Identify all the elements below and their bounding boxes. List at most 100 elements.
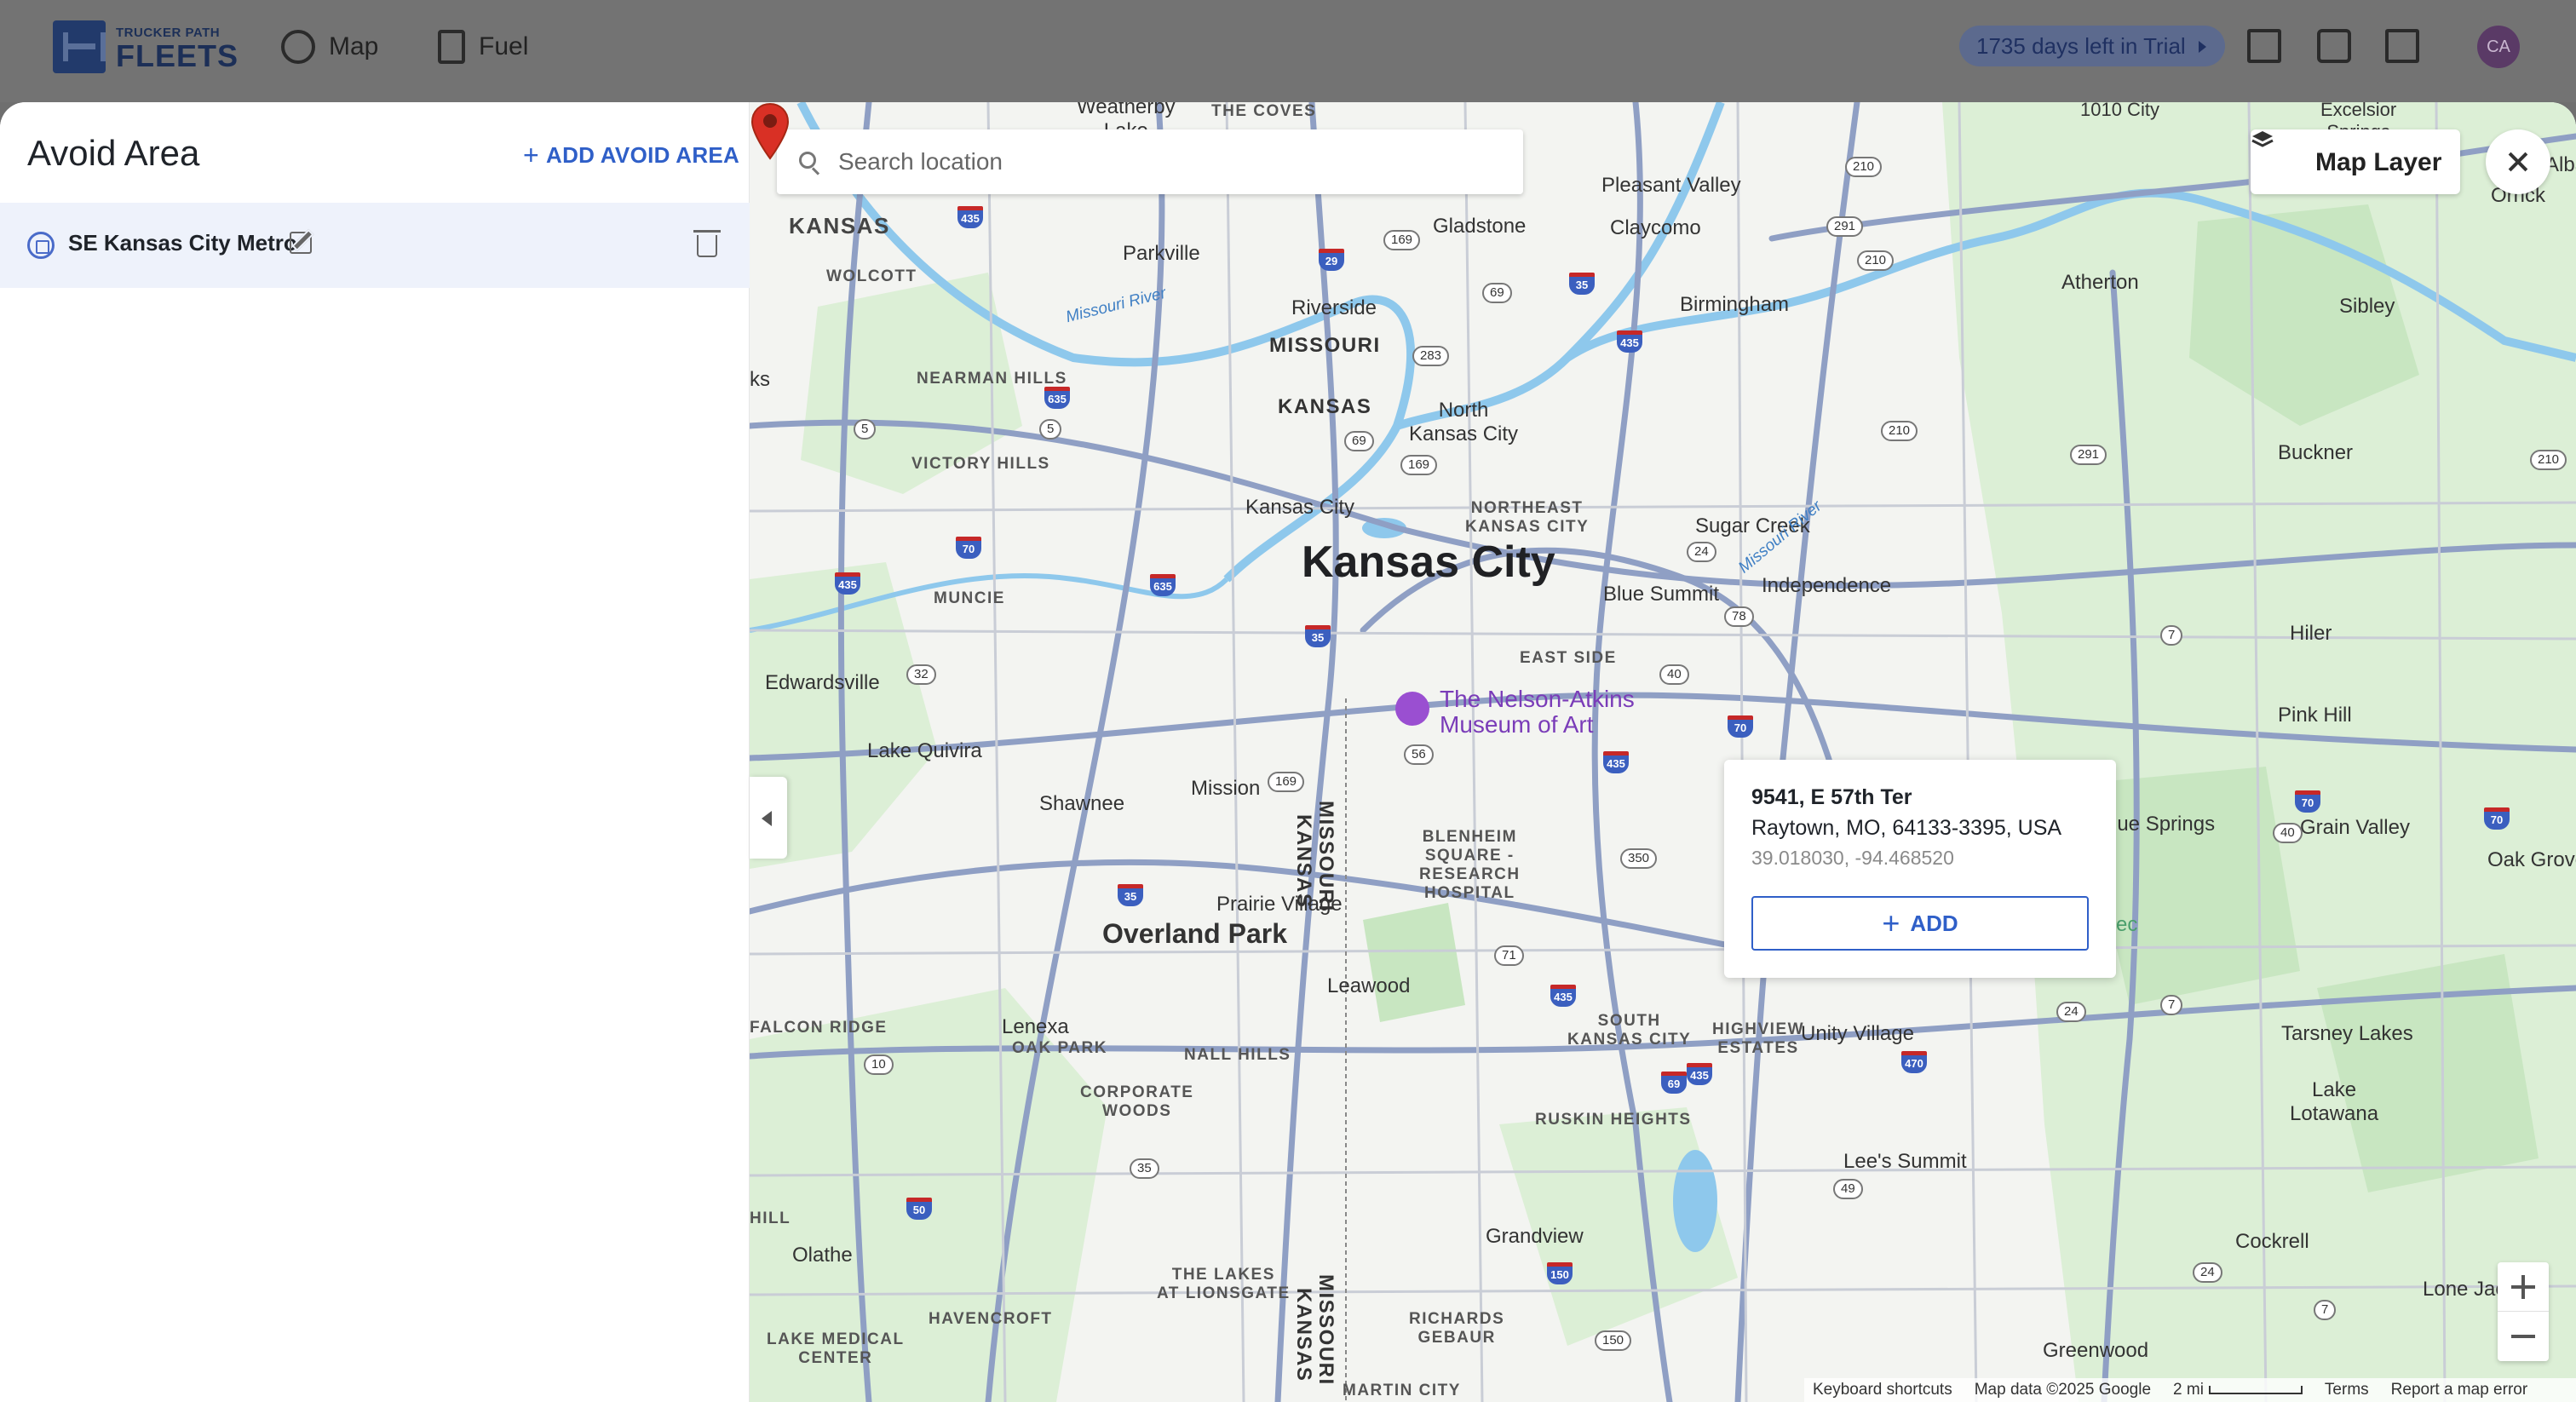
map-label-martin-city: MARTIN CITY	[1343, 1382, 1461, 1399]
route-shield-icon: 350	[1620, 848, 1658, 869]
search-input[interactable]	[838, 145, 1503, 179]
trial-badge[interactable]: 1735 days left in Trial	[1959, 26, 2225, 66]
close-icon[interactable]	[2486, 129, 2550, 194]
map-label-overland-park: Overland Park	[1102, 918, 1287, 949]
route-shield-icon: 24	[1687, 542, 1716, 562]
popup-address: Raytown, MO, 64133-3395, USA	[1751, 816, 2062, 840]
museum-icon	[1395, 692, 1429, 726]
map-label-atherton: Atherton	[2061, 271, 2139, 294]
route-shield-icon: 169	[1268, 772, 1305, 792]
map-label-independence: Independence	[1762, 574, 1892, 597]
top-navbar: TRUCKER PATH FLEETS Map Fuel 1735 days l…	[0, 0, 2576, 102]
map-label-leawood: Leawood	[1327, 974, 1411, 997]
map-label-state-line-missouri-2: MISSOURI	[1314, 1274, 1337, 1386]
map-label-ruskin-heights: RUSKIN HEIGHTS	[1535, 1111, 1692, 1129]
report-map-error-link[interactable]: Report a map error	[2391, 1381, 2528, 1399]
map-label-state-line-kansas-2: KANSAS	[1292, 1288, 1315, 1382]
add-avoid-area-label: ADD AVOID AREA	[546, 142, 740, 168]
map-label-richards-gebaur: RICHARDS GEBAUR	[1409, 1310, 1505, 1347]
nav-map[interactable]: Map	[281, 26, 378, 68]
zoom-out-button[interactable]	[2498, 1312, 2549, 1361]
map-label-riverside: Riverside	[1291, 296, 1377, 319]
terms-link[interactable]: Terms	[2325, 1381, 2369, 1399]
map-label-south-kansas-city: SOUTH KANSAS CITY	[1567, 1012, 1692, 1049]
map-label-blue-summit: Blue Summit	[1603, 583, 1720, 606]
interstate-shield-icon: 150	[1547, 1262, 1573, 1284]
route-shield-icon: 35	[1130, 1158, 1159, 1179]
map-label-muncie: MUNCIE	[934, 589, 1005, 607]
map-label-mission: Mission	[1191, 777, 1261, 800]
popup-add-label: ADD	[1910, 910, 1958, 936]
chat-icon[interactable]	[2317, 29, 2351, 63]
map-label-kansas-top: KANSAS	[789, 213, 890, 238]
map-layer-label: Map Layer	[2315, 148, 2442, 176]
plus-icon: +	[523, 140, 539, 170]
map-label-ec: ec	[2116, 913, 2138, 936]
map-label-falcon-ridge: FALCON RIDGE	[750, 1019, 888, 1037]
route-shield-icon: 7	[2314, 1300, 2337, 1320]
edit-icon[interactable]	[290, 232, 312, 254]
map-label-lake-lotawana: Lake Lotawana	[2290, 1078, 2379, 1125]
route-sign-icon[interactable]	[2247, 29, 2281, 63]
map-label-state-line-missouri: MISSOURI	[1314, 801, 1337, 912]
map-label-kansas: KANSAS	[1278, 395, 1372, 418]
route-shield-icon: 7	[2160, 995, 2183, 1015]
route-shield-icon: 210	[2530, 450, 2567, 470]
map-label-sibley: Sibley	[2339, 295, 2395, 318]
nav-fuel[interactable]: Fuel	[438, 26, 528, 68]
scale-text: 2 mi	[2173, 1381, 2204, 1399]
interstate-shield-icon: 435	[957, 206, 983, 228]
route-shield-icon: 210	[1881, 421, 1918, 441]
globe-icon	[281, 30, 315, 64]
apps-grid-icon[interactable]	[2385, 29, 2419, 63]
route-shield-icon: 69	[1482, 283, 1512, 303]
route-shield-icon: 56	[1404, 744, 1434, 765]
map-label-edwardsville: Edwardsville	[765, 671, 880, 694]
collapse-panel-button[interactable]	[750, 777, 787, 859]
logo-mark-icon	[53, 20, 106, 73]
logo-big-text: FLEETS	[116, 38, 239, 73]
map-label-1010-city: 1010 City	[2080, 102, 2159, 120]
map-canvas[interactable]: Kansas City Overland Park Gladstone Plea…	[750, 102, 2576, 1402]
route-shield-icon: 69	[1344, 431, 1374, 451]
map-label-east-side: EAST SIDE	[1520, 649, 1617, 667]
location-pin-icon[interactable]	[750, 102, 791, 160]
map-label-northeast-kansas-city: NORTHEAST KANSAS CITY	[1465, 499, 1590, 536]
fuel-pump-icon	[438, 30, 465, 64]
interstate-shield-icon: 635	[1044, 387, 1070, 409]
map-label-state-line-kansas: KANSAS	[1292, 814, 1315, 909]
route-shield-icon: 169	[1400, 455, 1438, 475]
map-label-blenheim-square: BLENHEIM SQUARE - RESEARCH HOSPITAL	[1419, 828, 1521, 902]
map-layer-button[interactable]: Map Layer	[2251, 129, 2460, 194]
map-label-lake-quivira: Lake Quivira	[867, 739, 982, 762]
plus-icon: +	[1882, 905, 1900, 940]
map-label-kansas-city: Kansas City	[1302, 537, 1555, 587]
map-base	[750, 102, 2576, 1402]
route-shield-icon: 24	[2193, 1262, 2222, 1283]
map-label-corporate-woods: CORPORATE WOODS	[1080, 1083, 1194, 1120]
route-shield-icon: 40	[1659, 664, 1689, 685]
map-label-missouri: MISSOURI	[1269, 334, 1381, 357]
map-label-victory-hills: VICTORY HILLS	[911, 455, 1050, 473]
scale-bar	[2208, 1385, 2303, 1394]
map-label-blue-springs: lue Springs	[2113, 813, 2216, 836]
map-label-lenexa: Lenexa	[1002, 1015, 1069, 1038]
popup-add-button[interactable]: + ADD	[1751, 896, 2089, 951]
interstate-shield-icon: 435	[1603, 751, 1629, 773]
panel-title: Avoid Area	[27, 133, 200, 173]
avoid-area-item[interactable]: SE Kansas City Metro	[0, 203, 750, 288]
keyboard-shortcuts-link[interactable]: Keyboard shortcuts	[1813, 1381, 1952, 1399]
user-avatar[interactable]: CA	[2477, 26, 2520, 68]
map-poi-nelson-atkins[interactable]: The Nelson-Atkins Museum of Art	[1440, 687, 1635, 738]
scale-indicator[interactable]: 2 mi	[2173, 1381, 2303, 1399]
map-label-lake-medical-center: LAKE MEDICAL CENTER	[767, 1330, 905, 1367]
nav-map-label: Map	[329, 32, 379, 60]
trucker-path-fleets-logo[interactable]: TRUCKER PATH FLEETS	[53, 20, 238, 73]
route-shield-icon: 5	[1039, 419, 1062, 440]
search-box[interactable]	[777, 129, 1523, 194]
route-shield-icon: 10	[864, 1054, 894, 1075]
zoom-in-button[interactable]	[2498, 1262, 2549, 1312]
popup-title: 9541, E 57th Ter	[1751, 785, 1912, 809]
trash-icon[interactable]	[693, 230, 721, 257]
add-avoid-area-button[interactable]: + ADD AVOID AREA	[523, 140, 739, 171]
